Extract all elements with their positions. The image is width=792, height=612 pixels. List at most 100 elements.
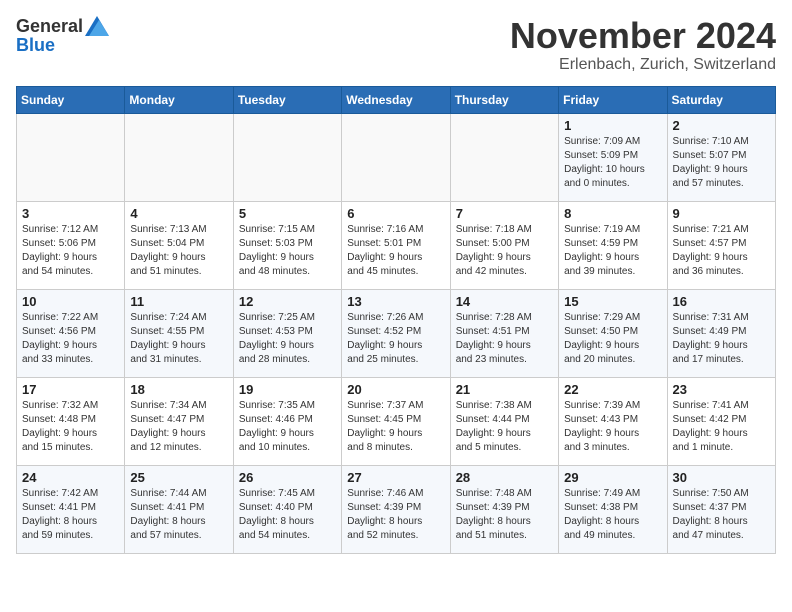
day-number: 24 (22, 470, 119, 485)
day-info: Sunrise: 7:48 AMSunset: 4:39 PMDaylight:… (456, 487, 553, 543)
day-info: Sunrise: 7:35 AMSunset: 4:46 PMDaylight:… (239, 399, 336, 455)
week-row-2: 3 Sunrise: 7:12 AMSunset: 5:06 PMDaylight… (17, 201, 776, 289)
day-info: Sunrise: 7:46 AMSunset: 4:39 PMDaylight:… (347, 487, 444, 543)
day-info: Sunrise: 7:09 AMSunset: 5:09 PMDaylight:… (564, 135, 661, 191)
day-number: 23 (673, 382, 770, 397)
logo-icon (85, 16, 109, 36)
day-info: Sunrise: 7:10 AMSunset: 5:07 PMDaylight:… (673, 135, 770, 191)
day-info: Sunrise: 7:42 AMSunset: 4:41 PMDaylight:… (22, 487, 119, 543)
day-info: Sunrise: 7:12 AMSunset: 5:06 PMDaylight:… (22, 223, 119, 279)
calendar-cell-week3-day2: 12 Sunrise: 7:25 AMSunset: 4:53 PMDayligh… (233, 289, 341, 377)
weekday-header-row: SundayMondayTuesdayWednesdayThursdayFrid… (17, 86, 776, 113)
day-info: Sunrise: 7:50 AMSunset: 4:37 PMDaylight:… (673, 487, 770, 543)
day-info: Sunrise: 7:37 AMSunset: 4:45 PMDaylight:… (347, 399, 444, 455)
day-info: Sunrise: 7:45 AMSunset: 4:40 PMDaylight:… (239, 487, 336, 543)
day-number: 25 (130, 470, 227, 485)
weekday-header-monday: Monday (125, 86, 233, 113)
day-number: 2 (673, 118, 770, 133)
logo-general: General (16, 17, 83, 35)
calendar-cell-week5-day1: 25 Sunrise: 7:44 AMSunset: 4:41 PMDayligh… (125, 465, 233, 553)
day-info: Sunrise: 7:21 AMSunset: 4:57 PMDaylight:… (673, 223, 770, 279)
calendar-cell-week4-day0: 17 Sunrise: 7:32 AMSunset: 4:48 PMDayligh… (17, 377, 125, 465)
calendar-cell-week2-day2: 5 Sunrise: 7:15 AMSunset: 5:03 PMDaylight… (233, 201, 341, 289)
calendar-cell-week1-day6: 2 Sunrise: 7:10 AMSunset: 5:07 PMDaylight… (667, 113, 775, 201)
calendar-cell-week5-day3: 27 Sunrise: 7:46 AMSunset: 4:39 PMDayligh… (342, 465, 450, 553)
day-info: Sunrise: 7:29 AMSunset: 4:50 PMDaylight:… (564, 311, 661, 367)
day-number: 12 (239, 294, 336, 309)
day-info: Sunrise: 7:18 AMSunset: 5:00 PMDaylight:… (456, 223, 553, 279)
calendar-cell-week4-day3: 20 Sunrise: 7:37 AMSunset: 4:45 PMDayligh… (342, 377, 450, 465)
week-row-1: 1 Sunrise: 7:09 AMSunset: 5:09 PMDaylight… (17, 113, 776, 201)
day-number: 28 (456, 470, 553, 485)
calendar-cell-week5-day5: 29Sunrise: 7:49 AMSunset: 4:38 PMDayligh… (559, 465, 667, 553)
calendar-cell-week5-day0: 24 Sunrise: 7:42 AMSunset: 4:41 PMDayligh… (17, 465, 125, 553)
day-number: 3 (22, 206, 119, 221)
week-row-3: 10 Sunrise: 7:22 AMSunset: 4:56 PMDayligh… (17, 289, 776, 377)
day-number: 9 (673, 206, 770, 221)
day-info: Sunrise: 7:24 AMSunset: 4:55 PMDaylight:… (130, 311, 227, 367)
day-number: 27 (347, 470, 444, 485)
calendar-cell-week2-day6: 9 Sunrise: 7:21 AMSunset: 4:57 PMDaylight… (667, 201, 775, 289)
day-number: 5 (239, 206, 336, 221)
calendar-cell-week4-day5: 22Sunrise: 7:39 AMSunset: 4:43 PMDayligh… (559, 377, 667, 465)
calendar-cell-week5-day2: 26 Sunrise: 7:45 AMSunset: 4:40 PMDayligh… (233, 465, 341, 553)
day-number: 4 (130, 206, 227, 221)
day-number: 18 (130, 382, 227, 397)
calendar-cell-week1-day3 (342, 113, 450, 201)
calendar-cell-week1-day0 (17, 113, 125, 201)
calendar-cell-week3-day1: 11 Sunrise: 7:24 AMSunset: 4:55 PMDayligh… (125, 289, 233, 377)
day-number: 26 (239, 470, 336, 485)
day-info: Sunrise: 7:15 AMSunset: 5:03 PMDaylight:… (239, 223, 336, 279)
day-number: 16 (673, 294, 770, 309)
day-info: Sunrise: 7:13 AMSunset: 5:04 PMDaylight:… (130, 223, 227, 279)
logo-blue: Blue (16, 36, 55, 54)
calendar-cell-week3-day6: 16 Sunrise: 7:31 AMSunset: 4:49 PMDayligh… (667, 289, 775, 377)
calendar-cell-week4-day6: 23Sunrise: 7:41 AMSunset: 4:42 PMDayligh… (667, 377, 775, 465)
calendar-cell-week5-day4: 28 Sunrise: 7:48 AMSunset: 4:39 PMDayligh… (450, 465, 558, 553)
day-info: Sunrise: 7:16 AMSunset: 5:01 PMDaylight:… (347, 223, 444, 279)
day-number: 14 (456, 294, 553, 309)
day-number: 1 (564, 118, 661, 133)
day-number: 10 (22, 294, 119, 309)
week-row-5: 24 Sunrise: 7:42 AMSunset: 4:41 PMDayligh… (17, 465, 776, 553)
day-info: Sunrise: 7:44 AMSunset: 4:41 PMDaylight:… (130, 487, 227, 543)
day-info: Sunrise: 7:31 AMSunset: 4:49 PMDaylight:… (673, 311, 770, 367)
weekday-header-wednesday: Wednesday (342, 86, 450, 113)
day-number: 6 (347, 206, 444, 221)
day-number: 13 (347, 294, 444, 309)
calendar-table: SundayMondayTuesdayWednesdayThursdayFrid… (16, 86, 776, 554)
day-number: 11 (130, 294, 227, 309)
calendar-cell-week3-day0: 10 Sunrise: 7:22 AMSunset: 4:56 PMDayligh… (17, 289, 125, 377)
calendar-cell-week3-day3: 13 Sunrise: 7:26 AMSunset: 4:52 PMDayligh… (342, 289, 450, 377)
day-info: Sunrise: 7:22 AMSunset: 4:56 PMDaylight:… (22, 311, 119, 367)
calendar-cell-week2-day3: 6 Sunrise: 7:16 AMSunset: 5:01 PMDaylight… (342, 201, 450, 289)
calendar-cell-week4-day2: 19 Sunrise: 7:35 AMSunset: 4:46 PMDayligh… (233, 377, 341, 465)
day-number: 21 (456, 382, 553, 397)
day-info: Sunrise: 7:34 AMSunset: 4:47 PMDaylight:… (130, 399, 227, 455)
day-info: Sunrise: 7:25 AMSunset: 4:53 PMDaylight:… (239, 311, 336, 367)
day-number: 7 (456, 206, 553, 221)
day-number: 30 (673, 470, 770, 485)
page-header: General Blue November 2024 Erlenbach, Zu… (16, 16, 776, 74)
weekday-header-saturday: Saturday (667, 86, 775, 113)
weekday-header-thursday: Thursday (450, 86, 558, 113)
week-row-4: 17 Sunrise: 7:32 AMSunset: 4:48 PMDayligh… (17, 377, 776, 465)
day-info: Sunrise: 7:38 AMSunset: 4:44 PMDaylight:… (456, 399, 553, 455)
calendar-cell-week1-day1 (125, 113, 233, 201)
calendar-cell-week5-day6: 30 Sunrise: 7:50 AMSunset: 4:37 PMDayligh… (667, 465, 775, 553)
day-number: 17 (22, 382, 119, 397)
day-info: Sunrise: 7:49 AMSunset: 4:38 PMDaylight:… (564, 487, 661, 543)
calendar-cell-week2-day4: 7 Sunrise: 7:18 AMSunset: 5:00 PMDaylight… (450, 201, 558, 289)
weekday-header-sunday: Sunday (17, 86, 125, 113)
calendar-cell-week1-day2 (233, 113, 341, 201)
day-number: 8 (564, 206, 661, 221)
day-number: 19 (239, 382, 336, 397)
day-number: 20 (347, 382, 444, 397)
day-info: Sunrise: 7:26 AMSunset: 4:52 PMDaylight:… (347, 311, 444, 367)
day-info: Sunrise: 7:32 AMSunset: 4:48 PMDaylight:… (22, 399, 119, 455)
calendar-cell-week2-day0: 3 Sunrise: 7:12 AMSunset: 5:06 PMDaylight… (17, 201, 125, 289)
calendar-cell-week4-day1: 18 Sunrise: 7:34 AMSunset: 4:47 PMDayligh… (125, 377, 233, 465)
day-number: 15 (564, 294, 661, 309)
month-title: November 2024 (510, 16, 776, 56)
day-number: 22 (564, 382, 661, 397)
